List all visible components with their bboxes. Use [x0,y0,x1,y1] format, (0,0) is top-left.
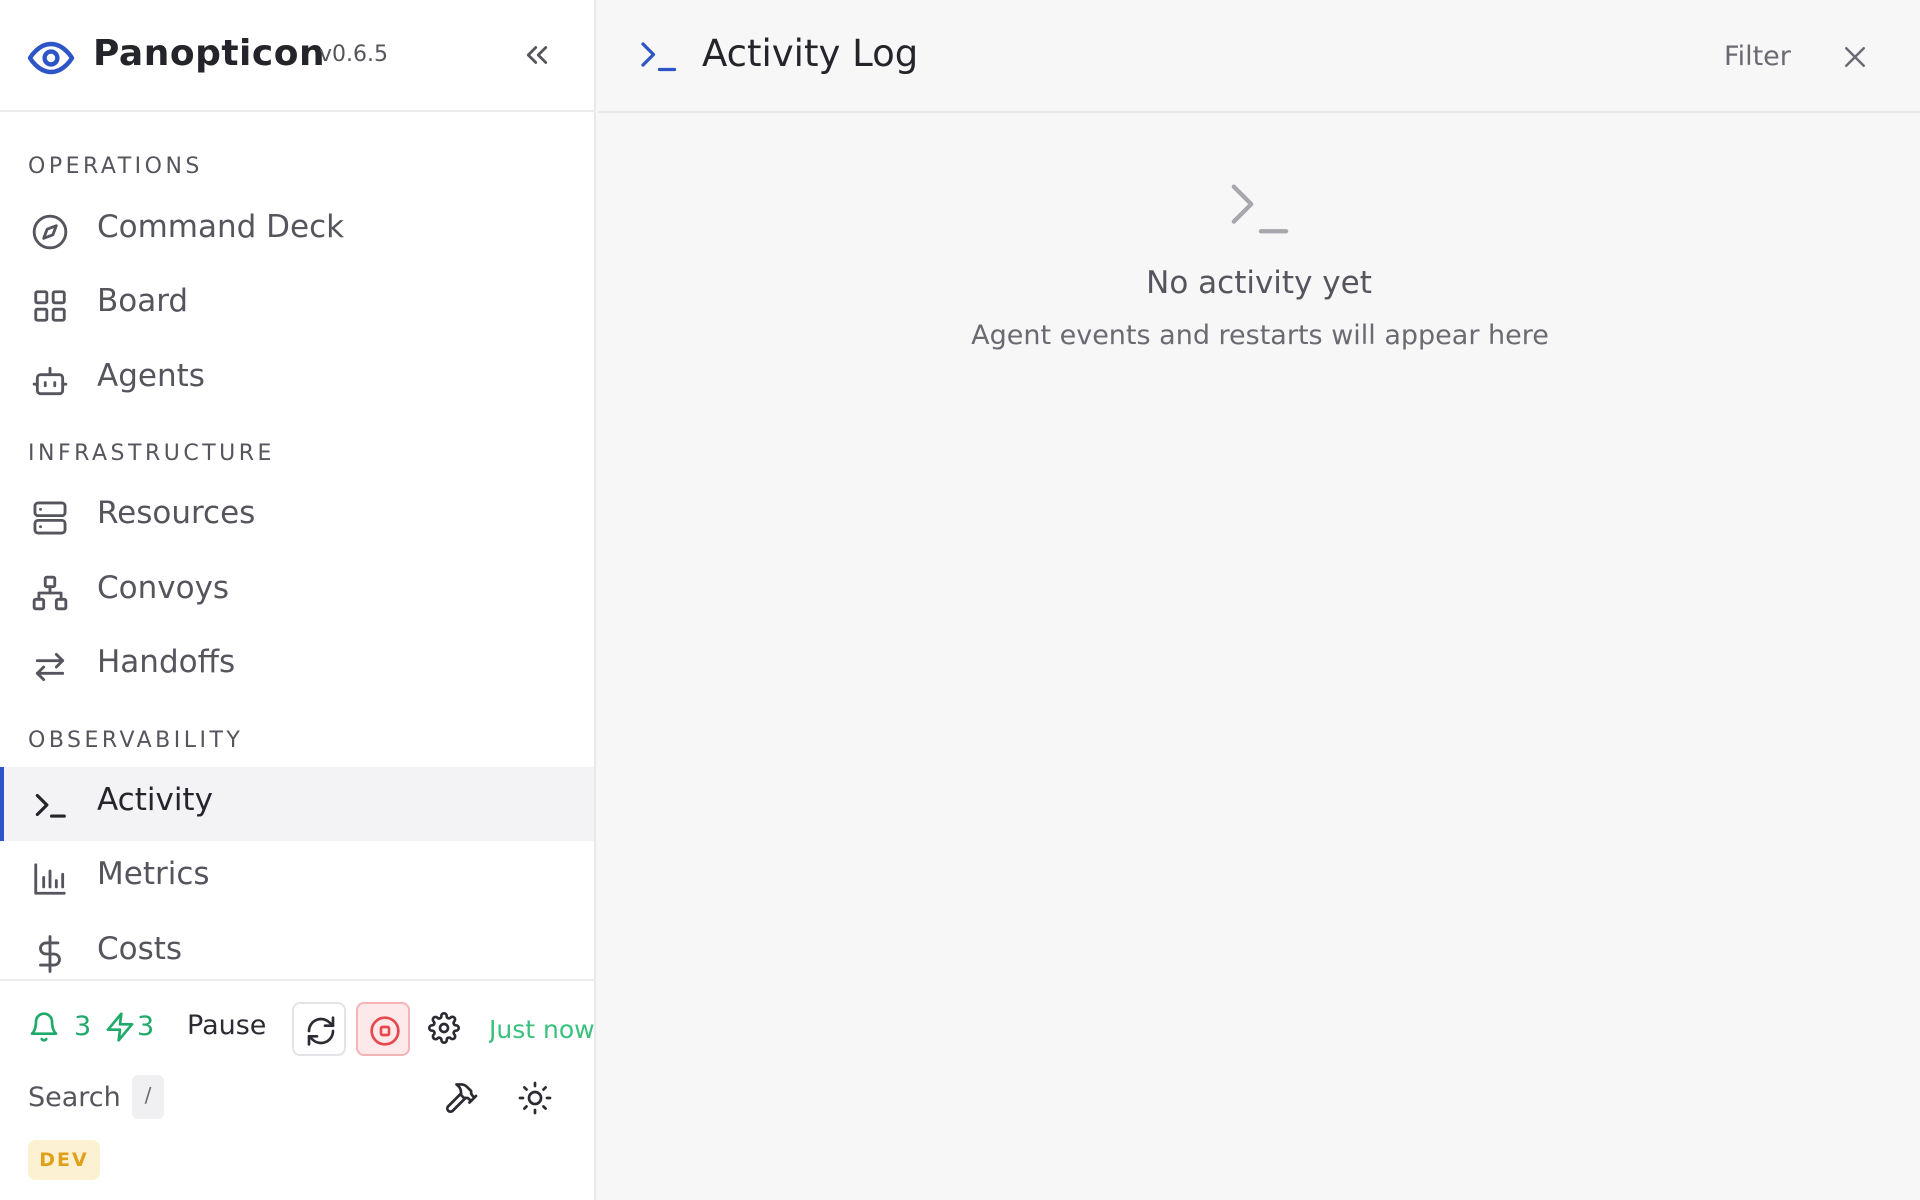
hammer-icon[interactable] [443,1080,479,1116]
sidebar-item-activity[interactable]: Activity [0,767,594,841]
sidebar-item-label: Resources [97,495,256,531]
arrows-swap-icon [35,652,65,682]
gear-icon[interactable] [428,1012,460,1044]
search-shortcut-key: / [132,1075,164,1119]
search-button[interactable]: Search [28,1082,121,1113]
sidebar-header: Panopticon v0.6.5 [0,0,596,112]
notification-count: 3 [74,1011,92,1042]
bolt-count: 3 [137,1011,155,1042]
app-name: Panopticon [93,33,326,74]
eye-icon [27,41,75,75]
bolt-icon[interactable] [104,1011,136,1043]
sidebar-item-command-deck[interactable]: Command Deck [0,194,594,268]
compass-icon [32,214,68,250]
sidebar-item-label: Costs [97,931,183,967]
sidebar-item-label: Board [97,283,189,319]
page-title: Activity Log [702,32,919,75]
terminal-icon [641,42,677,72]
grid-icon [34,290,66,322]
sidebar-item-label: Handoffs [97,644,236,680]
empty-state-title: No activity yet [1146,265,1372,301]
sidebar-item-board[interactable]: Board [0,268,594,342]
sidebar-item-label: Activity [97,782,213,818]
close-icon[interactable] [1840,42,1870,72]
stop-button[interactable] [356,1002,410,1056]
app-version: v0.6.5 [319,42,388,67]
filter-button[interactable]: Filter [1724,41,1791,72]
section-title-observability: OBSERVABILITY [28,728,244,753]
sun-icon[interactable] [517,1080,553,1116]
refresh-icon [307,1016,335,1046]
pause-button[interactable]: Pause [187,1010,266,1041]
sidebar-item-label: Metrics [97,856,210,892]
env-badge: DEV [28,1140,100,1180]
section-title-operations: OPERATIONS [28,154,203,179]
footer-divider [0,979,594,981]
network-icon [32,575,68,611]
sidebar-item-label: Command Deck [97,209,345,245]
sidebar-item-metrics[interactable]: Metrics [0,841,594,915]
collapse-sidebar-icon[interactable] [522,40,552,70]
dollar-icon [39,935,61,973]
terminal-icon [1231,184,1289,234]
sidebar: Panopticon v0.6.5 OPERATIONS Command Dec… [0,0,596,1200]
sidebar-item-agents[interactable]: Agents [0,343,594,417]
sidebar-item-label: Agents [97,358,205,394]
last-updated: Just now [489,1015,594,1044]
sidebar-item-resources[interactable]: Resources [0,480,594,554]
bell-icon[interactable] [28,1011,60,1043]
section-title-infrastructure: INFRASTRUCTURE [28,441,275,466]
refresh-button[interactable] [292,1002,346,1056]
sidebar-item-label: Convoys [97,570,230,606]
robot-icon [32,366,68,396]
empty-state-subtitle: Agent events and restarts will appear he… [971,320,1549,351]
bar-chart-icon [34,863,66,895]
sidebar-item-handoffs[interactable]: Handoffs [0,629,594,703]
terminal-icon [35,793,66,818]
server-icon [33,501,67,535]
sidebar-item-convoys[interactable]: Convoys [0,555,594,629]
stop-circle-icon [370,1016,400,1046]
